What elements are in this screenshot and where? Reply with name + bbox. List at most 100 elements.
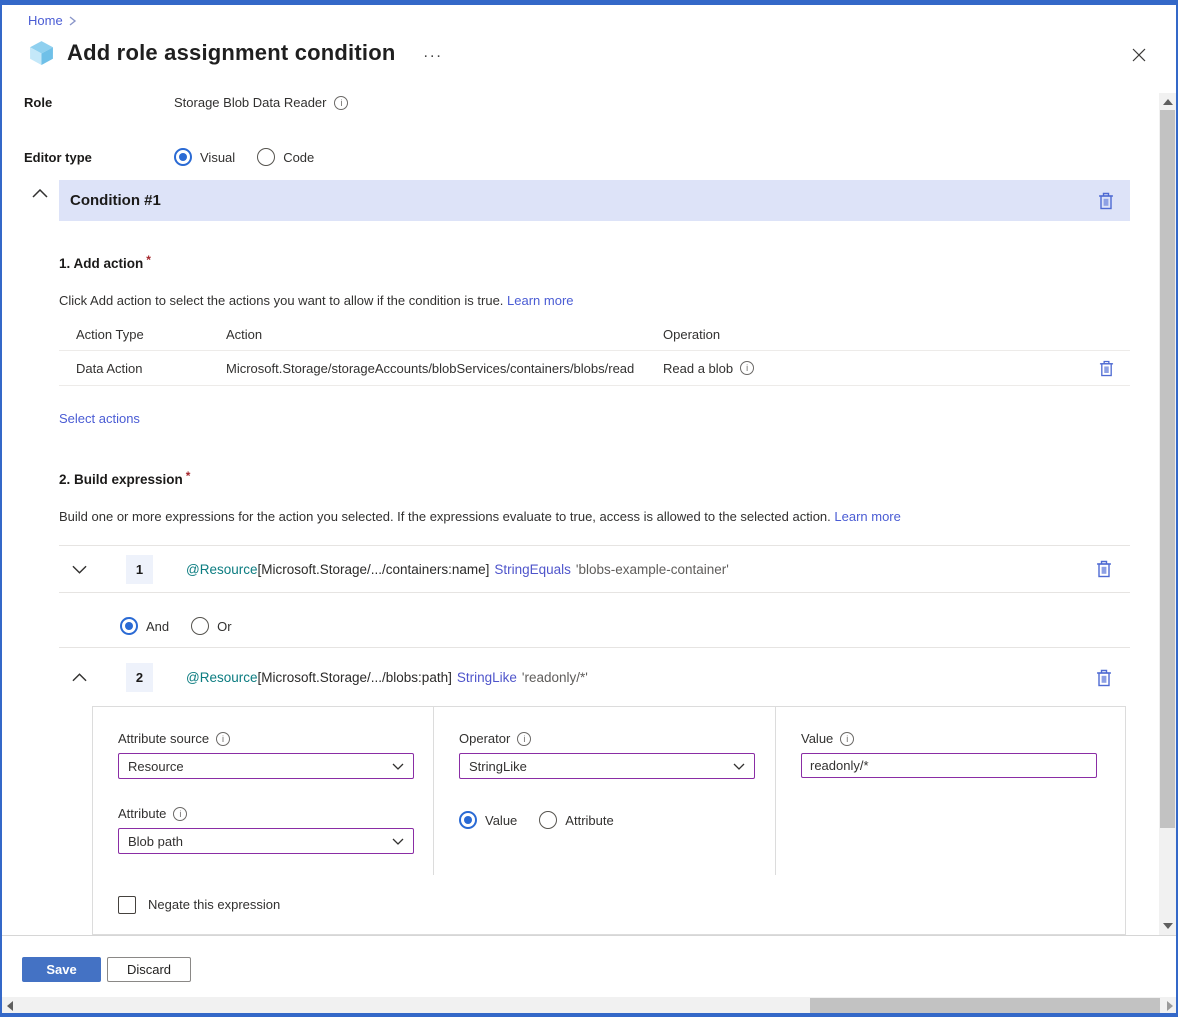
expression-2-index-badge: 2 bbox=[126, 663, 153, 692]
negate-expression-row: Negate this expression bbox=[92, 875, 1126, 935]
radio-unselected-icon bbox=[257, 148, 275, 166]
delete-action-trash-icon[interactable] bbox=[1097, 358, 1116, 379]
negate-expression-checkbox[interactable] bbox=[118, 896, 136, 914]
breadcrumb-chevron-right-icon bbox=[69, 16, 77, 26]
chevron-down-icon bbox=[392, 838, 404, 845]
radio-label: Visual bbox=[200, 150, 235, 165]
radio-label: Attribute bbox=[565, 813, 613, 828]
radio-unselected-icon bbox=[191, 617, 209, 635]
expression-value: 'readonly/*' bbox=[522, 670, 588, 685]
page-header: Add role assignment condition ... bbox=[28, 39, 443, 66]
dropdown-value: StringLike bbox=[469, 759, 527, 774]
operator-dropdown[interactable]: StringLike bbox=[459, 753, 755, 779]
col-header-action: Action bbox=[226, 327, 663, 342]
scroll-left-arrow-icon[interactable] bbox=[7, 1001, 13, 1011]
add-action-description: Click Add action to select the actions y… bbox=[59, 293, 574, 308]
role-row: Role Storage Blob Data Reader bbox=[24, 95, 348, 110]
build-expression-learn-more-link[interactable]: Learn more bbox=[834, 509, 900, 524]
radio-label: And bbox=[146, 619, 169, 634]
role-info-icon[interactable] bbox=[334, 96, 348, 110]
scroll-up-arrow-icon[interactable] bbox=[1163, 99, 1173, 105]
condition-title: Condition #1 bbox=[70, 192, 161, 209]
select-actions-link[interactable]: Select actions bbox=[59, 411, 140, 426]
value-input[interactable] bbox=[801, 753, 1097, 778]
attribute-source-info-icon[interactable] bbox=[216, 732, 230, 746]
expression-path: [Microsoft.Storage/.../containers:name] bbox=[257, 562, 489, 577]
build-expression-description: Build one or more expressions for the ac… bbox=[59, 509, 901, 524]
attribute-source-label: Attribute source bbox=[118, 731, 209, 746]
logic-operator-row: And Or bbox=[59, 605, 1130, 648]
required-marker: * bbox=[186, 469, 191, 483]
delete-expression-2-trash-icon[interactable] bbox=[1094, 667, 1114, 689]
operator-info-icon[interactable] bbox=[517, 732, 531, 746]
vertical-scrollbar-thumb[interactable] bbox=[1160, 110, 1175, 828]
expression-source: @Resource bbox=[186, 670, 257, 685]
table-row: Data Action Microsoft.Storage/storageAcc… bbox=[59, 350, 1130, 386]
editor-type-radio-group: Visual Code bbox=[174, 148, 314, 166]
expression-row-2: 2 @Resource[Microsoft.Storage/.../blobs:… bbox=[59, 654, 1130, 701]
condition-header[interactable]: Condition #1 bbox=[59, 180, 1130, 221]
action-table-header: Action Type Action Operation bbox=[59, 318, 1130, 350]
radio-label: Code bbox=[283, 150, 314, 165]
radio-selected-icon bbox=[120, 617, 138, 635]
expression-row-1: 1 @Resource[Microsoft.Storage/.../contai… bbox=[59, 546, 1130, 593]
radio-selected-icon bbox=[459, 811, 477, 829]
radio-unselected-icon bbox=[539, 811, 557, 829]
attribute-source-dropdown[interactable]: Resource bbox=[118, 753, 414, 779]
more-options-button[interactable]: ... bbox=[424, 44, 443, 62]
delete-expression-1-trash-icon[interactable] bbox=[1094, 558, 1114, 580]
expression-1-index-badge: 1 bbox=[126, 555, 153, 584]
scroll-down-arrow-icon[interactable] bbox=[1163, 923, 1173, 929]
operation-info-icon[interactable] bbox=[740, 361, 754, 375]
value-label: Value bbox=[801, 731, 833, 746]
logic-and-radio[interactable]: And bbox=[120, 617, 169, 635]
editor-type-row: Editor type Visual Code bbox=[24, 148, 314, 166]
chevron-down-icon bbox=[392, 763, 404, 770]
radio-selected-icon bbox=[174, 148, 192, 166]
operation-cell: Read a blob bbox=[663, 361, 733, 376]
operator-label: Operator bbox=[459, 731, 510, 746]
expression-path: [Microsoft.Storage/.../blobs:path] bbox=[257, 670, 451, 685]
operator-mode-value-radio[interactable]: Value bbox=[459, 811, 517, 829]
negate-expression-label: Negate this expression bbox=[148, 897, 280, 912]
expression-operator: StringLike bbox=[457, 670, 517, 685]
close-icon[interactable] bbox=[1128, 45, 1150, 67]
horizontal-scrollbar-thumb[interactable] bbox=[810, 998, 1160, 1013]
attribute-info-icon[interactable] bbox=[173, 807, 187, 821]
resource-cube-icon bbox=[28, 39, 55, 66]
attribute-dropdown[interactable]: Blob path bbox=[118, 828, 414, 854]
logic-or-radio[interactable]: Or bbox=[191, 617, 231, 635]
breadcrumb: Home bbox=[28, 13, 77, 28]
dropdown-value: Resource bbox=[128, 759, 184, 774]
expression-editor-panel: Attribute source Resource Attribute Blob… bbox=[92, 706, 1126, 876]
role-label: Role bbox=[24, 95, 174, 110]
condition-collapse-chevron-up-icon[interactable] bbox=[32, 186, 48, 201]
expression-value: 'blobs-example-container' bbox=[576, 562, 729, 577]
add-action-learn-more-link[interactable]: Learn more bbox=[507, 293, 573, 308]
expression-operator: StringEquals bbox=[494, 562, 571, 577]
horizontal-scrollbar[interactable] bbox=[2, 997, 1176, 1014]
editor-type-visual-radio[interactable]: Visual bbox=[174, 148, 235, 166]
scroll-right-arrow-icon[interactable] bbox=[1167, 1001, 1173, 1011]
value-info-icon[interactable] bbox=[840, 732, 854, 746]
expression-source: @Resource bbox=[186, 562, 257, 577]
save-button[interactable]: Save bbox=[22, 957, 101, 982]
footer-bar: Save Discard bbox=[2, 935, 1176, 1013]
col-header-operation: Operation bbox=[663, 327, 1130, 342]
delete-condition-trash-icon[interactable] bbox=[1096, 190, 1116, 212]
expression-2-collapse-chevron-up-icon[interactable] bbox=[70, 671, 89, 684]
discard-button[interactable]: Discard bbox=[107, 957, 191, 982]
expression-1-expand-chevron-down-icon[interactable] bbox=[70, 563, 89, 576]
radio-label: Value bbox=[485, 813, 517, 828]
col-header-action-type: Action Type bbox=[76, 327, 226, 342]
editor-type-label: Editor type bbox=[24, 150, 174, 165]
expression-1-summary: @Resource[Microsoft.Storage/.../containe… bbox=[186, 562, 729, 577]
editor-type-code-radio[interactable]: Code bbox=[257, 148, 314, 166]
operator-mode-attribute-radio[interactable]: Attribute bbox=[539, 811, 613, 829]
action-type-cell: Data Action bbox=[76, 361, 226, 376]
vertical-scrollbar[interactable] bbox=[1159, 93, 1176, 935]
expression-2-summary: @Resource[Microsoft.Storage/.../blobs:pa… bbox=[186, 670, 588, 685]
dropdown-value: Blob path bbox=[128, 834, 183, 849]
breadcrumb-home-link[interactable]: Home bbox=[28, 13, 63, 28]
add-action-heading: 1. Add action* bbox=[59, 256, 151, 271]
